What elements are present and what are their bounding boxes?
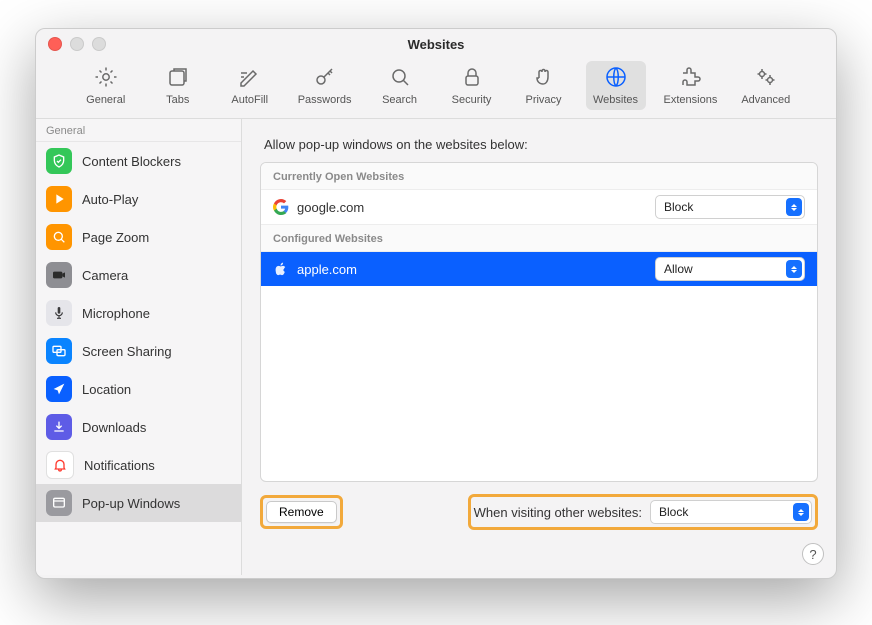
website-row[interactable]: google.com Block — [261, 190, 817, 224]
dropdown-caret-icon — [786, 198, 802, 216]
microphone-icon — [46, 300, 72, 326]
website-setting-select[interactable]: Allow — [655, 257, 805, 281]
remove-highlight: Remove — [260, 495, 343, 529]
screen-sharing-icon — [46, 338, 72, 364]
bell-icon — [46, 451, 74, 479]
globe-icon — [604, 65, 628, 92]
download-icon — [46, 414, 72, 440]
gears-icon — [754, 65, 778, 92]
sidebar-item-camera[interactable]: Camera — [36, 256, 241, 294]
tab-general[interactable]: General — [76, 61, 136, 110]
section-open-websites: Currently Open Websites — [261, 163, 817, 190]
location-arrow-icon — [46, 376, 72, 402]
window-title: Websites — [36, 37, 836, 52]
help-button[interactable]: ? — [802, 543, 824, 565]
tab-search[interactable]: Search — [370, 61, 430, 110]
sidebar-item-page-zoom[interactable]: Page Zoom — [36, 218, 241, 256]
other-websites-label: When visiting other websites: — [474, 505, 642, 520]
sidebar-heading: General — [36, 119, 241, 142]
dropdown-caret-icon — [793, 503, 809, 521]
main-panel: Allow pop-up windows on the websites bel… — [242, 119, 836, 575]
other-websites-highlight: When visiting other websites: Block — [468, 494, 818, 530]
tab-extensions[interactable]: Extensions — [658, 61, 724, 110]
tabs-icon — [166, 65, 190, 92]
window-icon — [46, 490, 72, 516]
titlebar: Websites — [36, 29, 836, 59]
tab-advanced[interactable]: Advanced — [735, 61, 796, 110]
apple-favicon-icon — [273, 261, 289, 277]
sidebar-item-screen-sharing[interactable]: Screen Sharing — [36, 332, 241, 370]
bottom-controls: Remove When visiting other websites: Blo… — [260, 494, 818, 530]
lock-icon — [460, 65, 484, 92]
hand-icon — [532, 65, 556, 92]
tab-tabs[interactable]: Tabs — [148, 61, 208, 110]
websites-list: Currently Open Websites google.com Block… — [260, 162, 818, 482]
tab-passwords[interactable]: Passwords — [292, 61, 358, 110]
gear-icon — [94, 65, 118, 92]
puzzle-icon — [678, 65, 702, 92]
sidebar: General Content Blockers Auto-Play Page … — [36, 119, 242, 575]
sidebar-item-content-blockers[interactable]: Content Blockers — [36, 142, 241, 180]
preferences-window: Websites General Tabs AutoFill Passwords… — [35, 28, 837, 579]
section-configured-websites: Configured Websites — [261, 224, 817, 252]
google-favicon-icon — [273, 199, 289, 215]
website-setting-select[interactable]: Block — [655, 195, 805, 219]
autofill-icon — [238, 65, 262, 92]
main-heading: Allow pop-up windows on the websites bel… — [264, 137, 818, 152]
website-domain: google.com — [297, 200, 647, 215]
website-domain: apple.com — [297, 262, 647, 277]
shield-check-icon — [46, 148, 72, 174]
sidebar-item-autoplay[interactable]: Auto-Play — [36, 180, 241, 218]
sidebar-item-notifications[interactable]: Notifications — [36, 446, 241, 484]
tab-websites[interactable]: Websites — [586, 61, 646, 110]
play-icon — [46, 186, 72, 212]
magnifier-icon — [46, 224, 72, 250]
dropdown-caret-icon — [786, 260, 802, 278]
camera-icon — [46, 262, 72, 288]
sidebar-item-microphone[interactable]: Microphone — [36, 294, 241, 332]
key-icon — [313, 65, 337, 92]
search-icon — [388, 65, 412, 92]
sidebar-item-location[interactable]: Location — [36, 370, 241, 408]
content-area: General Content Blockers Auto-Play Page … — [36, 119, 836, 575]
website-row[interactable]: apple.com Allow — [261, 252, 817, 286]
sidebar-item-popup-windows[interactable]: Pop-up Windows — [36, 484, 241, 522]
sidebar-item-downloads[interactable]: Downloads — [36, 408, 241, 446]
other-websites-select[interactable]: Block — [650, 500, 812, 524]
tab-security[interactable]: Security — [442, 61, 502, 110]
tab-privacy[interactable]: Privacy — [514, 61, 574, 110]
preferences-toolbar: General Tabs AutoFill Passwords Search S… — [36, 59, 836, 119]
remove-button[interactable]: Remove — [266, 501, 337, 523]
tab-autofill[interactable]: AutoFill — [220, 61, 280, 110]
